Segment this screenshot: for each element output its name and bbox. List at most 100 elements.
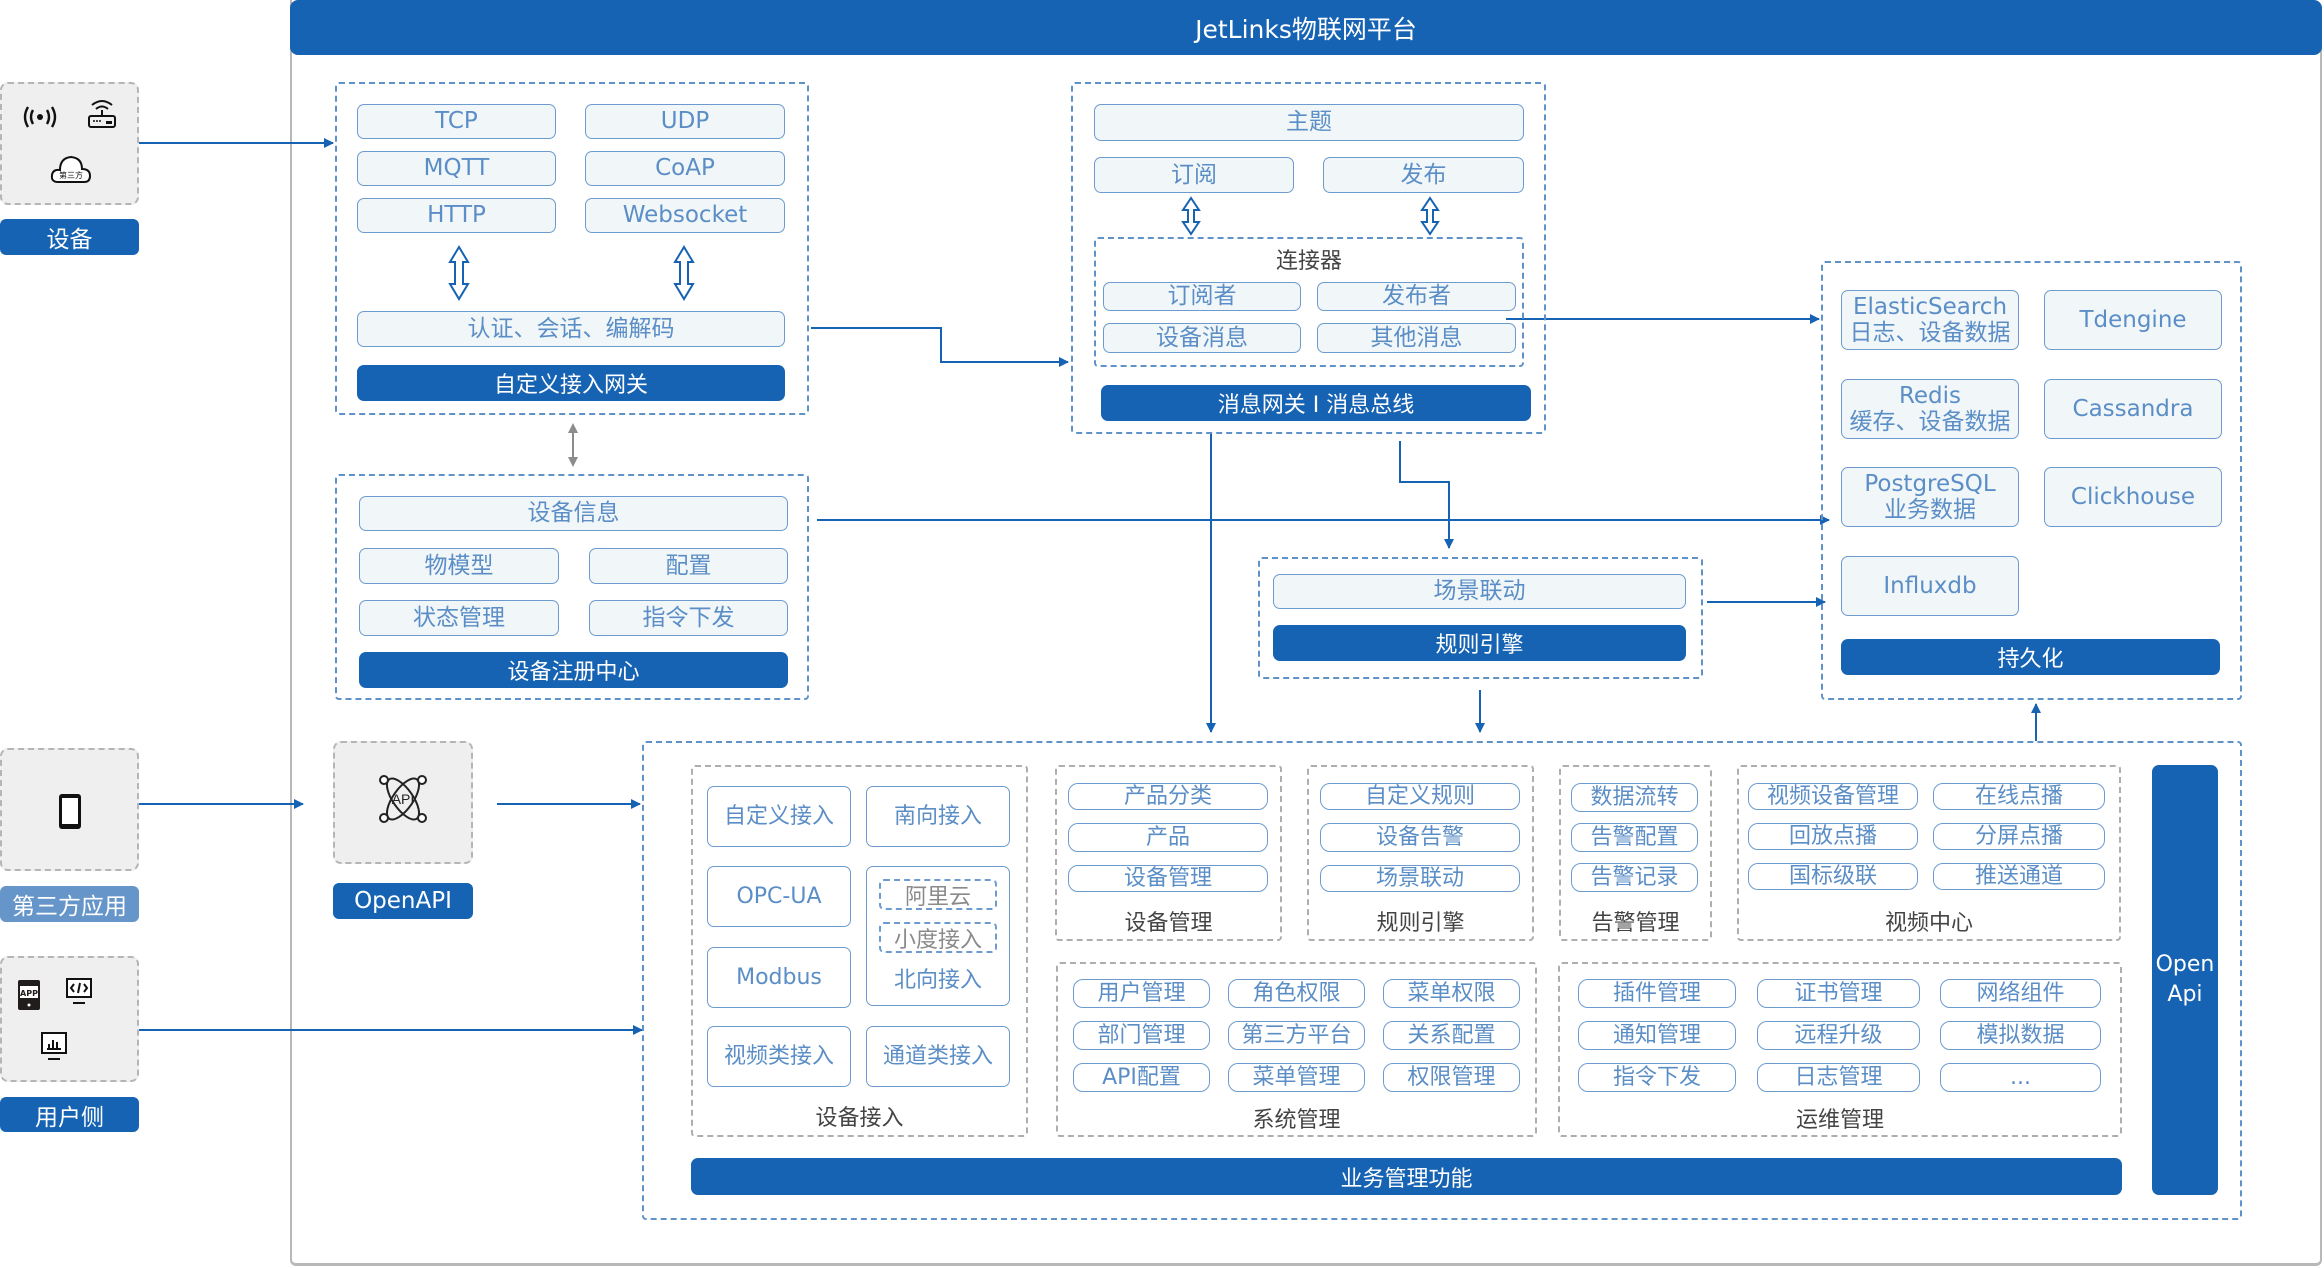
ops-item: ... bbox=[1940, 1063, 2101, 1092]
ops-item: 通知管理 bbox=[1578, 1021, 1736, 1050]
registry-device-info: 设备信息 bbox=[359, 496, 788, 531]
system-item: 菜单权限 bbox=[1383, 979, 1520, 1008]
store-clickhouse: Clickhouse bbox=[2044, 467, 2222, 527]
northbound-aliyun: 阿里云 bbox=[879, 879, 997, 910]
system-item: 关系配置 bbox=[1383, 1021, 1520, 1050]
video-center-title: 视频中心 bbox=[1884, 911, 1973, 936]
store-name: Redis bbox=[1898, 382, 1962, 409]
platform-title: JetLinks物联网平台 bbox=[290, 0, 2322, 55]
user-side-box: APP bbox=[0, 956, 139, 1082]
connector-subscriber: 订阅者 bbox=[1103, 282, 1301, 311]
ops-item: 证书管理 bbox=[1757, 979, 1920, 1008]
ops-item: 远程升级 bbox=[1757, 1021, 1920, 1050]
store-tdengine: Tdengine bbox=[2044, 290, 2222, 350]
northbound-label: 北向接入 bbox=[893, 967, 982, 993]
alarm-mgmt-item: 告警配置 bbox=[1571, 823, 1698, 852]
gateway-title: 自定义接入网关 bbox=[357, 365, 785, 401]
openapi-label: OpenAPI bbox=[333, 883, 473, 919]
biz-rule-item: 设备告警 bbox=[1320, 823, 1520, 852]
registry-state-mgmt: 状态管理 bbox=[359, 600, 559, 636]
access-opc-ua: OPC-UA bbox=[707, 866, 851, 927]
device-mgmt-item: 设备管理 bbox=[1068, 865, 1268, 892]
store-name: ElasticSearch bbox=[1852, 293, 2008, 320]
device-mgmt-item: 产品 bbox=[1068, 823, 1268, 852]
access-channel: 通道类接入 bbox=[866, 1026, 1010, 1087]
system-item: 第三方平台 bbox=[1228, 1021, 1365, 1050]
app-icon: APP bbox=[18, 980, 40, 1010]
access-video: 视频类接入 bbox=[707, 1026, 851, 1087]
device-mgmt-title: 设备管理 bbox=[1124, 911, 1213, 936]
ops-item: 模拟数据 bbox=[1940, 1021, 2101, 1050]
alarm-mgmt-title: 告警管理 bbox=[1591, 911, 1680, 936]
ops-item: 日志管理 bbox=[1757, 1063, 1920, 1092]
open-api-line-1: Open bbox=[2155, 952, 2215, 978]
signal-wave-icon bbox=[23, 106, 57, 128]
openapi-box: API bbox=[333, 741, 473, 864]
rule-engine-scene-linkage: 场景联动 bbox=[1273, 574, 1686, 609]
protocol-mqtt: MQTT bbox=[357, 151, 556, 186]
video-item: 推送通道 bbox=[1933, 863, 2105, 890]
system-item: 菜单管理 bbox=[1228, 1063, 1365, 1092]
registry-command: 指令下发 bbox=[589, 600, 788, 636]
store-cassandra: Cassandra bbox=[2044, 379, 2222, 439]
store-desc: 日志、设备数据 bbox=[1849, 320, 2011, 346]
system-mgmt-title: 系统管理 bbox=[1252, 1108, 1341, 1133]
message-bus-title: 消息网关 I 消息总线 bbox=[1101, 385, 1531, 421]
protocol-coap: CoAP bbox=[585, 151, 785, 186]
system-item: 权限管理 bbox=[1383, 1063, 1520, 1092]
open-api-column: Open Api bbox=[2152, 765, 2218, 1195]
video-item: 在线点播 bbox=[1933, 783, 2105, 810]
connector-device-message: 设备消息 bbox=[1103, 323, 1301, 353]
ops-item: 网络组件 bbox=[1940, 979, 2101, 1008]
rule-engine-title: 规则引擎 bbox=[1273, 625, 1686, 661]
video-item: 国标级联 bbox=[1748, 863, 1918, 890]
svg-text:第三方: 第三方 bbox=[59, 170, 83, 180]
access-southbound: 南向接入 bbox=[866, 786, 1010, 847]
device-access-title: 设备接入 bbox=[815, 1106, 904, 1131]
connector-other-message: 其他消息 bbox=[1317, 323, 1516, 353]
api-atom-icon: API bbox=[379, 775, 427, 823]
store-desc: 缓存、设备数据 bbox=[1849, 409, 2011, 435]
bus-subscribe: 订阅 bbox=[1094, 157, 1294, 193]
system-item: 部门管理 bbox=[1073, 1021, 1210, 1050]
store-redis: Redis 缓存、设备数据 bbox=[1841, 379, 2019, 439]
persistence-title: 持久化 bbox=[1841, 639, 2220, 675]
protocol-http: HTTP bbox=[357, 198, 556, 233]
code-monitor-icon bbox=[66, 978, 92, 1004]
store-influxdb: Influxdb bbox=[1841, 556, 2019, 616]
registry-config: 配置 bbox=[589, 548, 788, 584]
svg-text:API: API bbox=[392, 791, 415, 807]
device-mgmt-item: 产品分类 bbox=[1068, 783, 1268, 810]
ops-mgmt-title: 运维管理 bbox=[1795, 1108, 1884, 1133]
open-api-line-2: Api bbox=[2167, 982, 2203, 1007]
alarm-mgmt-item: 数据流转 bbox=[1571, 783, 1698, 812]
store-postgresql: PostgreSQL 业务数据 bbox=[1841, 467, 2019, 527]
devices-label: 设备 bbox=[0, 219, 139, 255]
user-side-label: 用户侧 bbox=[0, 1097, 139, 1132]
alarm-mgmt-item: 告警记录 bbox=[1571, 863, 1698, 892]
ops-item: 插件管理 bbox=[1578, 979, 1736, 1008]
devices-box: 第三方 bbox=[0, 82, 139, 205]
store-elasticsearch: ElasticSearch 日志、设备数据 bbox=[1841, 290, 2019, 350]
third-party-label: 第三方应用 bbox=[0, 886, 139, 922]
protocol-websocket: Websocket bbox=[585, 198, 785, 233]
store-desc: 业务数据 bbox=[1884, 497, 1976, 523]
cloud-third-party-icon: 第三方 bbox=[50, 155, 92, 183]
access-modbus: Modbus bbox=[707, 947, 851, 1008]
connector-title: 连接器 bbox=[1275, 249, 1342, 274]
business-title: 业务管理功能 bbox=[691, 1158, 2122, 1195]
biz-rule-item: 场景联动 bbox=[1320, 865, 1520, 892]
bus-publish: 发布 bbox=[1323, 157, 1524, 193]
protocol-udp: UDP bbox=[585, 104, 785, 139]
biz-rule-item: 自定义规则 bbox=[1320, 783, 1520, 810]
system-item: 用户管理 bbox=[1073, 979, 1210, 1008]
smartphone-icon bbox=[59, 794, 81, 829]
system-item: API配置 bbox=[1073, 1063, 1210, 1092]
video-item: 视频设备管理 bbox=[1748, 783, 1918, 810]
connector-publisher: 发布者 bbox=[1317, 282, 1516, 311]
video-item: 回放点播 bbox=[1748, 823, 1918, 850]
northbound-xiaodu: 小度接入 bbox=[879, 922, 997, 953]
bus-topic: 主题 bbox=[1094, 104, 1524, 141]
registry-thing-model: 物模型 bbox=[359, 548, 559, 584]
auth-session-codec: 认证、会话、编解码 bbox=[357, 311, 785, 347]
